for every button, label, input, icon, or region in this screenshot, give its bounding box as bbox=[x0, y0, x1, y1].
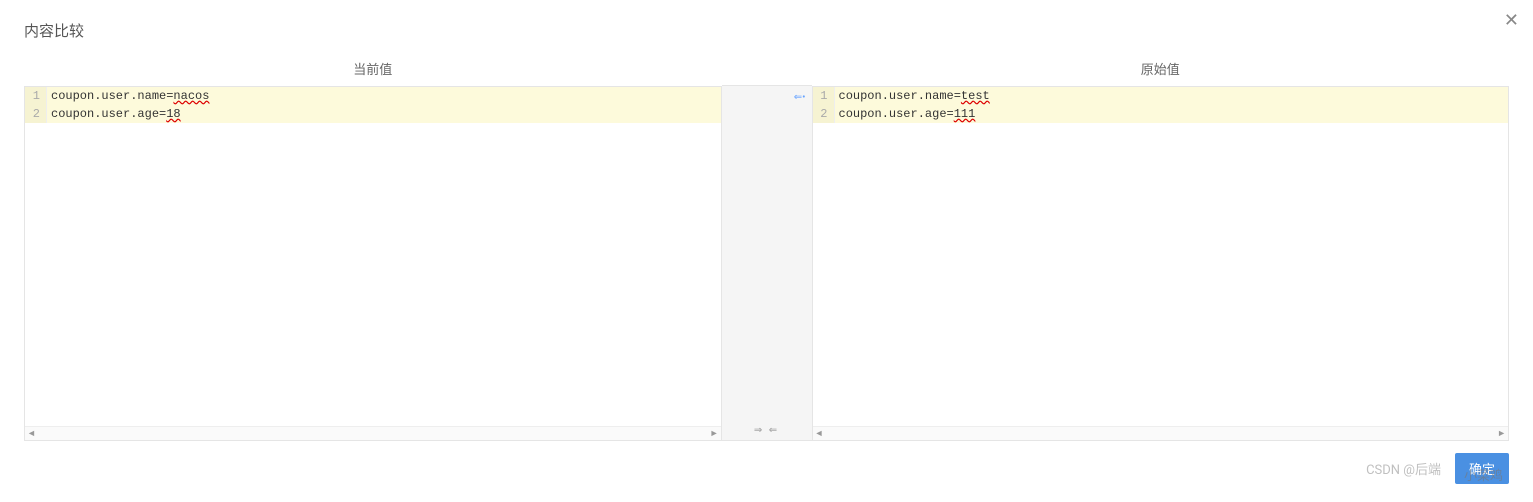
modal-footer: CSDN @后端 确定 小菜鸡 bbox=[24, 441, 1509, 502]
code-line: 1 coupon.user.name=nacos bbox=[25, 87, 721, 105]
scroll-left-icon[interactable]: ◄ bbox=[815, 428, 824, 439]
scroll-left-icon[interactable]: ◄ bbox=[27, 428, 36, 439]
scroll-right-icon[interactable]: ► bbox=[710, 428, 719, 439]
modal-header: 内容比较 bbox=[24, 20, 1509, 41]
compare-area: 当前值 1 coupon.user.name=nacos 2 coupon.us… bbox=[24, 53, 1509, 441]
diff-token: 18 bbox=[166, 107, 180, 121]
diff-token: test bbox=[961, 89, 990, 103]
close-icon[interactable]: ✕ bbox=[1504, 12, 1519, 30]
line-number: 2 bbox=[813, 105, 835, 123]
merge-marker-icon[interactable]: ⇐• bbox=[794, 92, 806, 103]
code-line: 2 coupon.user.age=18 bbox=[25, 105, 721, 123]
line-number: 1 bbox=[813, 87, 835, 105]
right-pane: 原始值 1 coupon.user.name=test 2 coupon.use… bbox=[812, 53, 1510, 441]
modal-title: 内容比较 bbox=[24, 20, 84, 41]
scroll-right-icon[interactable]: ► bbox=[1497, 428, 1506, 439]
code-content: coupon.user.name=test bbox=[835, 87, 1509, 105]
confirm-button[interactable]: 确定 bbox=[1455, 453, 1509, 484]
right-pane-title: 原始值 bbox=[812, 53, 1510, 86]
diff-token: 111 bbox=[954, 107, 976, 121]
code-line: 2 coupon.user.age=111 bbox=[813, 105, 1509, 123]
watermark-text: CSDN @后端 bbox=[1366, 459, 1441, 478]
code-content: coupon.user.age=18 bbox=[47, 105, 721, 123]
left-pane: 当前值 1 coupon.user.name=nacos 2 coupon.us… bbox=[24, 53, 722, 441]
horizontal-scrollbar[interactable]: ◄ ► bbox=[25, 426, 721, 440]
code-line: 1 coupon.user.name=test bbox=[813, 87, 1509, 105]
compare-modal: 内容比较 ✕ 当前值 1 coupon.user.name=nacos 2 co… bbox=[0, 0, 1533, 502]
left-editor-wrap: 1 coupon.user.name=nacos 2 coupon.user.a… bbox=[24, 86, 722, 441]
right-editor-wrap: 1 coupon.user.name=test 2 coupon.user.ag… bbox=[812, 86, 1510, 441]
code-content: coupon.user.age=111 bbox=[835, 105, 1509, 123]
code-content: coupon.user.name=nacos bbox=[47, 87, 721, 105]
merge-sync-icon[interactable]: ⇒ ⇐ bbox=[754, 425, 779, 436]
line-number: 1 bbox=[25, 87, 47, 105]
left-pane-title: 当前值 bbox=[24, 53, 722, 86]
right-editor[interactable]: 1 coupon.user.name=test 2 coupon.user.ag… bbox=[813, 87, 1509, 426]
left-editor[interactable]: 1 coupon.user.name=nacos 2 coupon.user.a… bbox=[25, 87, 721, 426]
diff-token: nacos bbox=[173, 89, 209, 103]
horizontal-scrollbar[interactable]: ◄ ► bbox=[813, 426, 1509, 440]
merge-strip: ⇐• ⇒ ⇐ bbox=[722, 85, 812, 441]
line-number: 2 bbox=[25, 105, 47, 123]
